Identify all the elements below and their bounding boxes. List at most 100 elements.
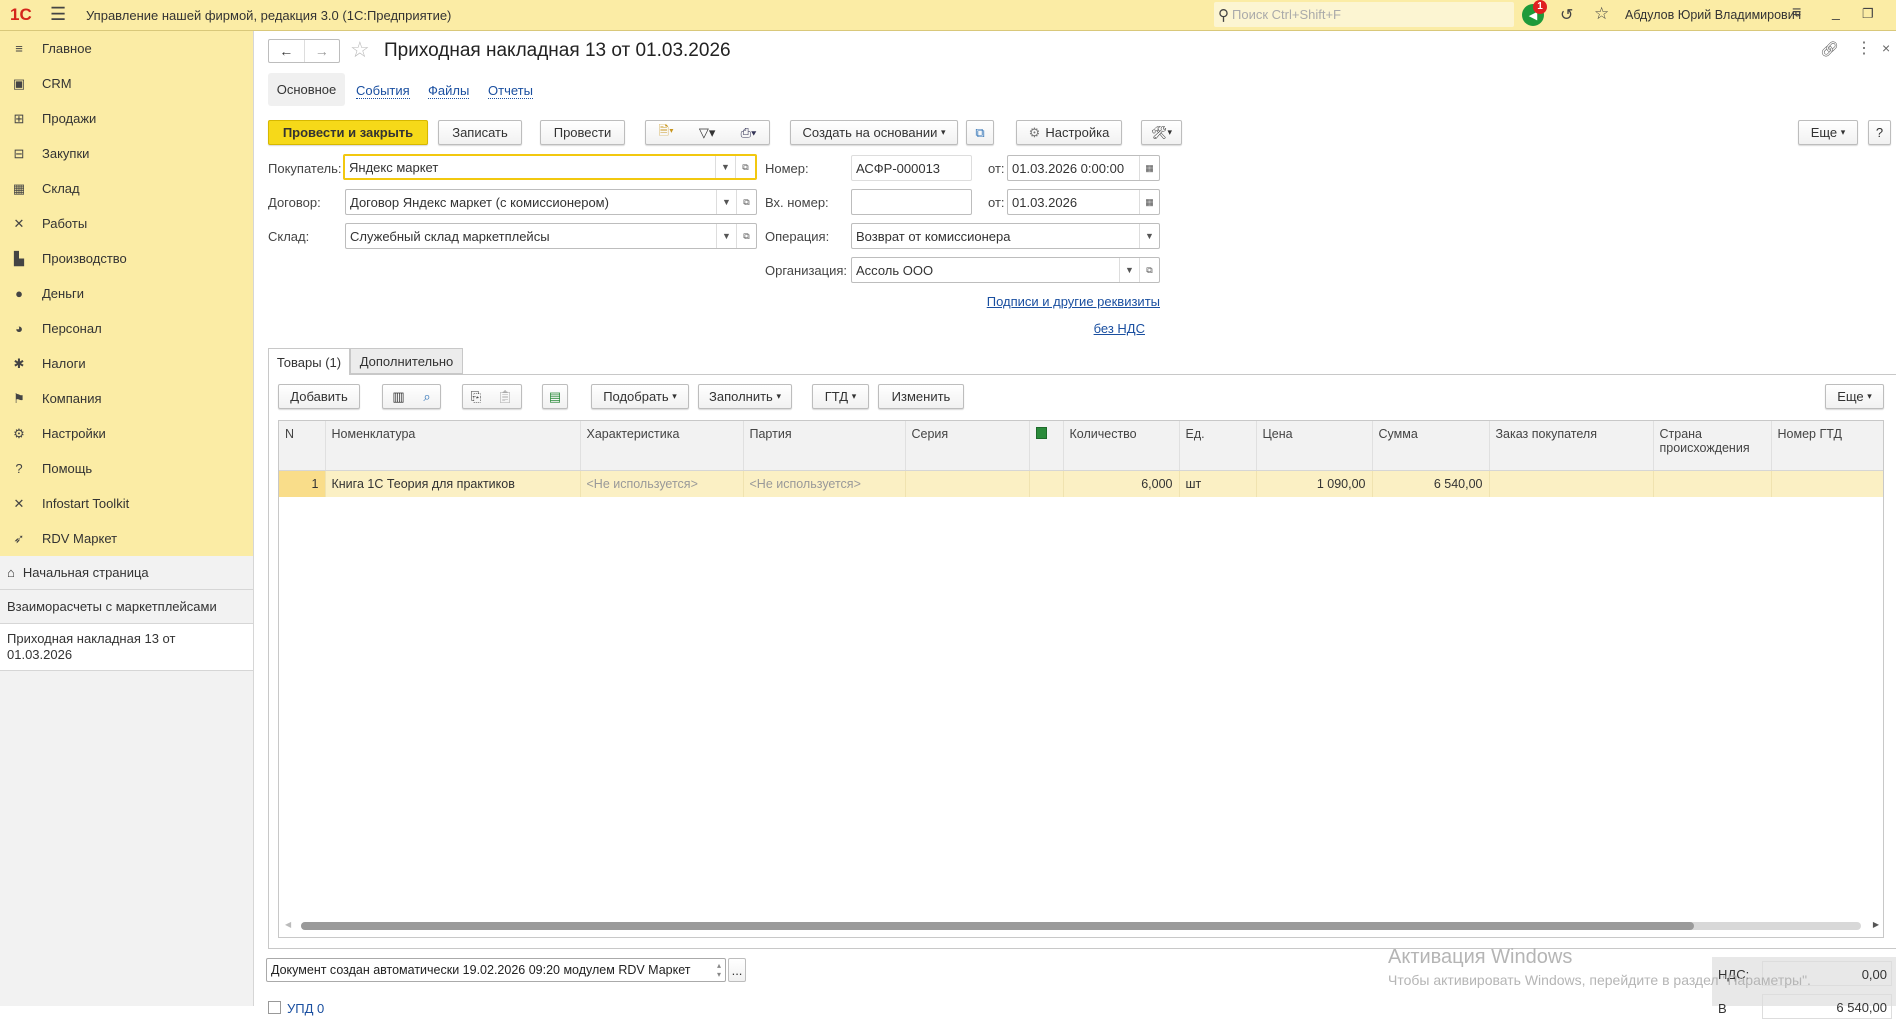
table-cell[interactable] [905, 470, 1030, 497]
forward-button[interactable]: → [305, 40, 340, 62]
save-button[interactable]: Записать [438, 120, 522, 145]
search-input[interactable]: ⚲ Поиск Ctrl+Shift+F [1214, 2, 1514, 27]
comment-value[interactable]: Документ создан автоматически 19.02.2026… [267, 963, 717, 977]
sidebar-item-13[interactable]: ✕ Infostart Toolkit [0, 486, 253, 521]
tab-main[interactable]: Основное [268, 73, 345, 106]
close-icon[interactable]: × [1882, 40, 1890, 56]
main-menu-icon[interactable]: ☰ [50, 4, 66, 25]
tab-additional[interactable]: Дополнительно [350, 348, 463, 374]
more-actions-icon[interactable]: ⋮ [1856, 38, 1872, 58]
signatures-link[interactable]: Подписи и другие реквизиты [987, 294, 1160, 309]
favorites-icon[interactable]: ☆ [1594, 4, 1609, 24]
help-button[interactable]: ? [1868, 120, 1891, 145]
table-cell[interactable] [1489, 470, 1654, 497]
sidebar-item-14[interactable]: ➶ RDV Маркет [0, 521, 253, 556]
comment-field[interactable]: Документ создан автоматически 19.02.2026… [266, 958, 726, 982]
date-field[interactable]: 01.03.2026 0:00:00 ▦ [1007, 155, 1160, 181]
calendar-icon[interactable]: ▦ [1139, 190, 1159, 214]
calendar-icon[interactable]: ▦ [1139, 156, 1159, 180]
table-cell[interactable]: 1 [279, 470, 326, 497]
fill-button[interactable]: Заполнить ▾ [698, 384, 792, 409]
barcode-icon[interactable]: ▥ [392, 389, 404, 405]
chevron-down-icon[interactable]: ▼ [715, 156, 735, 178]
contract-value[interactable]: Договор Яндекс маркет (с комиссионером) [346, 195, 716, 210]
tab-events[interactable]: События [356, 83, 410, 99]
buyer-field[interactable]: Яндекс маркет ▼ ⧉ [343, 154, 757, 180]
column-header[interactable] [1029, 421, 1064, 471]
favorite-star-icon[interactable]: ☆ [350, 37, 370, 63]
post-and-close-button[interactable]: Провести и закрыть [268, 120, 428, 145]
gtd-button[interactable]: ГТД ▾ [812, 384, 869, 409]
column-header[interactable]: Серия [905, 421, 1030, 471]
horizontal-scrollbar[interactable]: ◀ ▶ [279, 919, 1883, 933]
open-window-home[interactable]: ⌂ Начальная страница [0, 556, 253, 590]
table-cell[interactable]: <Не используется> [580, 470, 744, 497]
history-icon[interactable]: ↺ [1560, 5, 1573, 25]
column-header[interactable]: Сумма [1372, 421, 1490, 471]
open-window-invoice[interactable]: Приходная накладная 13 от 01.03.2026 [0, 624, 253, 671]
create-based-on-button[interactable]: Создать на основании ▾ [790, 120, 958, 145]
scanner-icon[interactable]: ⌕ [423, 389, 430, 405]
sidebar-item-10[interactable]: ⚑ Компания [0, 381, 253, 416]
buyer-value[interactable]: Яндекс маркет [345, 160, 715, 175]
vat-link[interactable]: без НДС [1094, 321, 1145, 336]
chevron-down-icon[interactable]: ▼ [716, 190, 736, 214]
tab-goods[interactable]: Товары (1) [268, 348, 350, 375]
paste-icon[interactable]: 📋︎ [497, 389, 514, 405]
warehouse-value[interactable]: Служебный склад маркетплейсы [346, 229, 716, 244]
column-header[interactable]: Партия [743, 421, 906, 471]
restore-icon[interactable]: ❐ [1862, 6, 1874, 22]
scrollbar-thumb[interactable] [301, 922, 1694, 930]
settings-button[interactable]: ⚙ Настройка [1016, 120, 1122, 145]
pick-button[interactable]: Подобрать ▾ [591, 384, 689, 409]
upd-checkbox[interactable]: УПД 0 [268, 1001, 324, 1016]
table-cell[interactable]: 6 540,00 [1372, 470, 1490, 497]
table-row[interactable]: 1 Книга 1С Теория для практиков <Не исполь… [279, 470, 1883, 497]
table-cell[interactable]: 6,000 [1063, 470, 1180, 497]
print-icon[interactable]: ⎙▾ [741, 125, 757, 141]
in-date-value[interactable]: 01.03.2026 [1008, 195, 1139, 210]
column-header[interactable]: Количество [1063, 421, 1180, 471]
warehouse-field[interactable]: Служебный склад маркетплейсы ▼ ⧉ [345, 223, 757, 249]
date-value[interactable]: 01.03.2026 0:00:00 [1008, 161, 1139, 176]
column-header[interactable]: Номер ГТД [1771, 421, 1883, 471]
sidebar-item-6[interactable]: ▙ Производство [0, 241, 253, 276]
column-header[interactable]: N [279, 421, 326, 471]
chevron-down-icon[interactable]: ▼ [1119, 258, 1139, 282]
column-header[interactable]: Цена [1256, 421, 1373, 471]
operation-value[interactable]: Возврат от комиссионера [852, 229, 1139, 244]
org-value[interactable]: Ассоль ООО [852, 263, 1119, 278]
number-field[interactable]: АСФР-000013 [851, 155, 972, 181]
open-icon[interactable]: ⧉ [1139, 258, 1159, 282]
settings-menu-icon[interactable]: ≡ [1792, 4, 1801, 22]
operation-field[interactable]: Возврат от комиссионера ▼ [851, 223, 1160, 249]
column-header[interactable]: Номенклатура [325, 421, 581, 471]
chevron-down-icon[interactable]: ▼ [716, 224, 736, 248]
sidebar-item-1[interactable]: ▣ CRM [0, 66, 253, 101]
contract-field[interactable]: Договор Яндекс маркет (с комиссионером) ▼… [345, 189, 757, 215]
open-icon[interactable]: ⧉ [735, 156, 755, 178]
spinner-icon[interactable]: ▴ ▾ [717, 961, 725, 979]
open-window-settlements[interactable]: Взаиморасчеты с маркетплейсами [0, 590, 253, 624]
table-more-button[interactable]: Еще ▾ [1825, 384, 1884, 409]
open-icon[interactable]: ⧉ [736, 190, 756, 214]
table-cell[interactable]: <Не используется> [743, 470, 906, 497]
table-cell[interactable]: Книга 1С Теория для практиков [325, 470, 581, 497]
table-cell[interactable] [1771, 470, 1883, 497]
sidebar-item-0[interactable]: ≡ Главное [0, 31, 253, 66]
sidebar-item-9[interactable]: ✱ Налоги [0, 346, 253, 381]
minimize-icon[interactable]: _ [1832, 4, 1840, 20]
copy-icon[interactable]: ⎘ [471, 389, 481, 405]
in-number-field[interactable] [851, 189, 972, 215]
column-header[interactable]: Заказ покупателя [1489, 421, 1654, 471]
sidebar-item-11[interactable]: ⚙ Настройки [0, 416, 253, 451]
chevron-down-icon[interactable]: ▼ [1139, 224, 1159, 248]
post-button[interactable]: Провести [540, 120, 625, 145]
open-icon[interactable]: ⧉ [736, 224, 756, 248]
in-date-field[interactable]: 01.03.2026 ▦ [1007, 189, 1160, 215]
column-header[interactable]: Характеристика [580, 421, 744, 471]
number-value[interactable]: АСФР-000013 [852, 161, 971, 176]
checkbox[interactable] [268, 1001, 281, 1014]
column-header[interactable]: Страна происхождения [1653, 421, 1772, 471]
org-field[interactable]: Ассоль ООО ▼ ⧉ [851, 257, 1160, 283]
